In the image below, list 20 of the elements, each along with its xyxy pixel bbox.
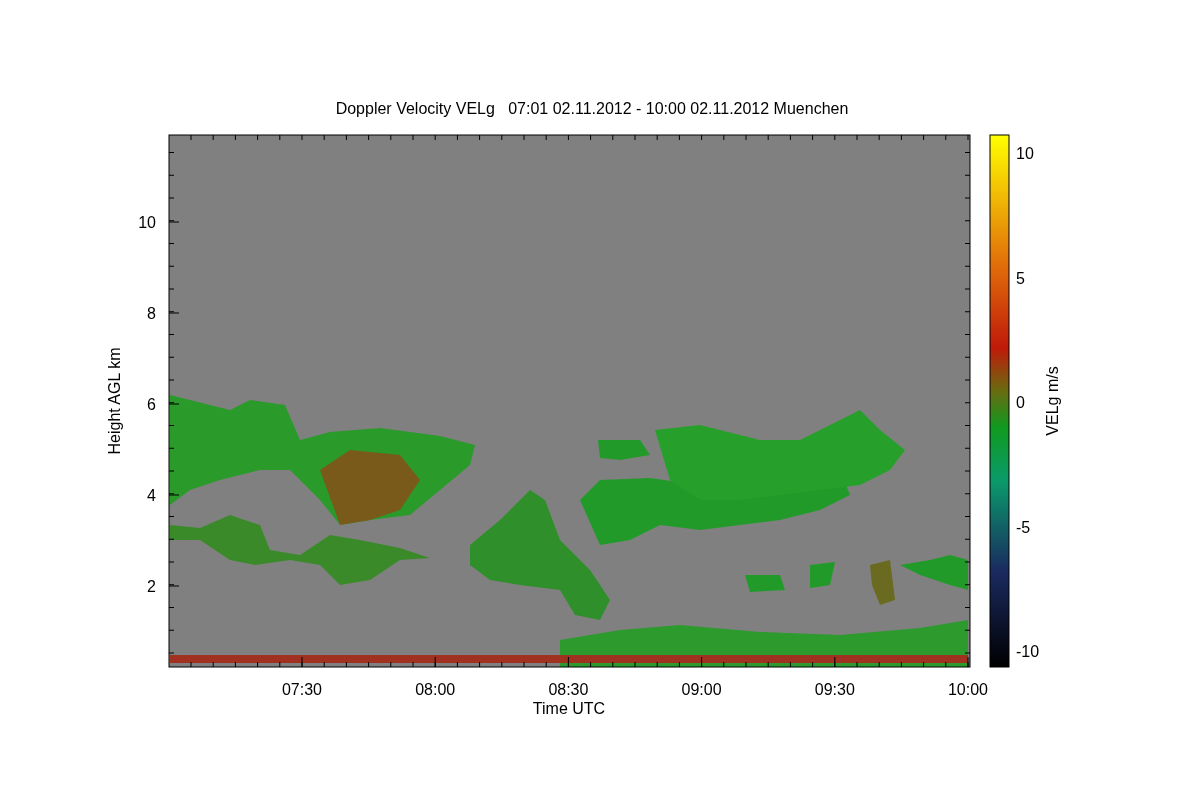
y-tick-label: 10	[138, 214, 156, 231]
y-tick-label: 4	[147, 487, 156, 504]
chart-title: Doppler Velocity VELg 07:01 02.11.2012 - 10:00 02.11.2012 Muenchen	[335, 100, 849, 117]
x-tick-label: 07:30	[282, 681, 322, 698]
x-axis-label: Time UTC	[532, 700, 606, 717]
x-tick-label: 09:30	[814, 681, 855, 698]
colorbar-tick-label: 10	[1016, 145, 1034, 162]
y-tick-label: 6	[147, 396, 156, 413]
colorbar-tick-label: 0	[1016, 394, 1025, 411]
x-tick-label: 10:00	[948, 681, 988, 698]
y-tick-label: 2	[147, 578, 156, 595]
y-axis-label: Height AGL km	[106, 347, 123, 455]
colorbar-label: VELg m/s	[1044, 366, 1061, 436]
colorbar-tick-label: 5	[1016, 269, 1025, 287]
x-tick-label: 08:00	[415, 681, 456, 698]
colorbar-tick-label: -10	[1016, 643, 1040, 660]
colorbar-tick-label: -5	[1016, 518, 1031, 536]
y-tick-label: 8	[147, 305, 156, 322]
x-tick-label: 08:30	[548, 681, 589, 698]
x-tick-label: 09:00	[681, 681, 722, 698]
